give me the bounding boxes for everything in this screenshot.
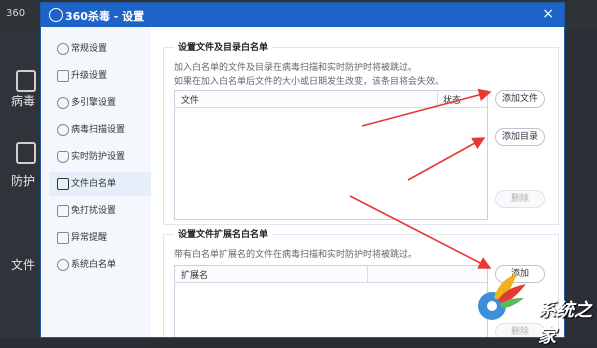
shield-icon xyxy=(57,151,69,163)
close-icon[interactable]: × xyxy=(542,6,554,22)
do-not-disturb-icon xyxy=(57,205,69,217)
sidebar-item-label: 常规设置 xyxy=(71,44,108,54)
sidebar-item-alert[interactable]: 异常提醒 xyxy=(49,226,151,250)
column-extension: 扩展名 xyxy=(181,271,209,281)
extension-whitelist-list[interactable]: 扩展名 xyxy=(174,265,488,337)
file-whitelist-header: 文件 状态 xyxy=(175,91,487,108)
column-separator xyxy=(437,91,438,107)
sidebar-item-label: 免打扰设置 xyxy=(71,206,117,216)
sidebar-item-label: 系统白名单 xyxy=(71,260,117,270)
sidebar-item-engine[interactable]: 多引擎设置 xyxy=(49,91,151,115)
sidebar-item-label: 异常提醒 xyxy=(71,233,108,243)
alert-icon xyxy=(57,232,69,244)
add-directory-button[interactable]: 添加目录 xyxy=(495,128,545,146)
dialog-title: 360杀毒 - 设置 xyxy=(65,10,145,23)
dialog-titlebar: 360杀毒 - 设置 × xyxy=(41,3,564,27)
background-protect-icon xyxy=(16,142,36,164)
file-whitelist-list[interactable]: 文件 状态 xyxy=(174,90,488,220)
sidebar-item-file-whitelist[interactable]: 文件白名单 xyxy=(49,172,151,196)
file-whitelist-desc-2: 如果在加入白名单后文件的大小或日期发生改变，该条目将会失效。 xyxy=(174,77,445,87)
background-right-edge xyxy=(565,30,597,338)
tools-icon xyxy=(57,259,69,271)
file-whitelist-desc-1: 加入白名单的文件及目录在病毒扫描和实时防护时将被跳过。 xyxy=(174,63,418,73)
search-icon xyxy=(57,124,69,136)
watermark-logo-icon xyxy=(478,272,526,320)
add-file-button[interactable]: 添加文件 xyxy=(495,90,545,108)
sidebar-item-upgrade[interactable]: 升级设置 xyxy=(49,64,151,88)
sidebar-item-system-whitelist[interactable]: 系统白名单 xyxy=(49,253,151,277)
column-status: 状态 xyxy=(443,96,462,106)
sidebar-item-label: 病毒扫描设置 xyxy=(71,125,126,135)
file-whitelist-group: 设置文件及目录白名单 加入白名单的文件及目录在病毒扫描和实时防护时将被跳过。 如… xyxy=(163,40,559,225)
extension-whitelist-title: 设置文件扩展名白名单 xyxy=(174,227,273,240)
sidebar-item-label: 实时防护设置 xyxy=(71,152,126,162)
extension-whitelist-header: 扩展名 xyxy=(175,266,487,283)
sidebar-item-scan[interactable]: 病毒扫描设置 xyxy=(49,118,151,142)
delete-file-button[interactable]: 删除 xyxy=(495,190,545,208)
column-separator xyxy=(367,266,368,282)
sidebar-item-label: 多引擎设置 xyxy=(71,98,117,108)
document-icon xyxy=(57,178,69,190)
background-app-title: 360 xyxy=(6,8,26,19)
sidebar-item-do-not-disturb[interactable]: 免打扰设置 xyxy=(49,199,151,223)
sidebar-item-label: 升级设置 xyxy=(71,71,108,81)
sidebar-item-general[interactable]: 常规设置 xyxy=(49,37,151,61)
background-shield-icon xyxy=(16,70,36,92)
sidebar-item-realtime[interactable]: 实时防护设置 xyxy=(49,145,151,169)
gear-icon xyxy=(57,43,69,55)
watermark-text: 系统之家 xyxy=(538,300,592,347)
extension-whitelist-desc: 带有白名单扩展名的文件在病毒扫描和实时防护时将被跳过。 xyxy=(174,250,418,260)
engine-icon xyxy=(57,97,69,109)
sidebar-item-label: 文件白名单 xyxy=(71,179,117,189)
shield-logo-icon xyxy=(49,8,63,22)
file-whitelist-title: 设置文件及目录白名单 xyxy=(174,40,273,53)
upload-icon xyxy=(57,70,69,82)
column-file: 文件 xyxy=(181,96,200,106)
settings-sidebar: 常规设置 升级设置 多引擎设置 病毒扫描设置 实时防护设置 文件白名单 免打扰设… xyxy=(41,27,152,337)
